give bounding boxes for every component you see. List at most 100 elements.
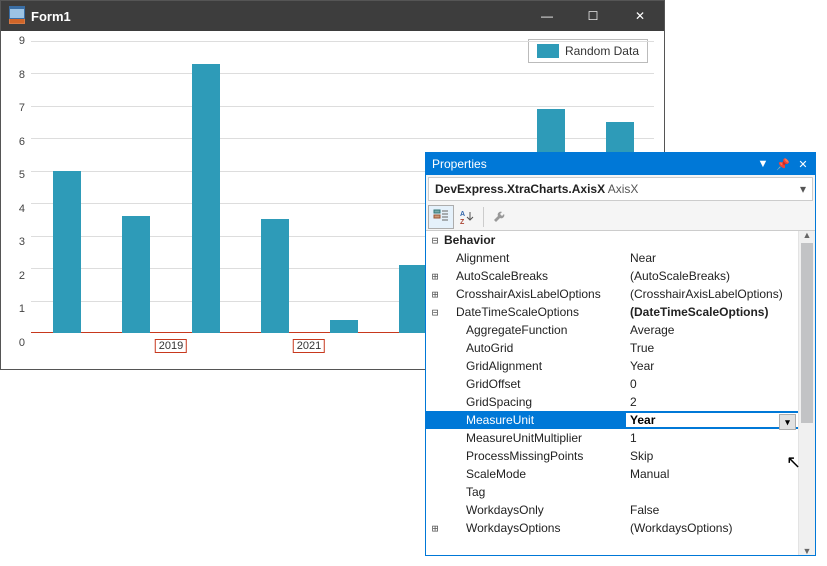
property-value[interactable]: 0 [626, 377, 798, 391]
close-button[interactable]: ✕ [616, 1, 664, 31]
categorized-button[interactable] [428, 205, 454, 229]
property-value[interactable]: (CrosshairAxisLabelOptions) [626, 287, 798, 301]
alphabetical-button[interactable]: AZ [454, 205, 480, 229]
autohide-icon[interactable]: 📌 [775, 156, 791, 172]
wrench-button[interactable] [487, 205, 513, 229]
properties-title-buttons: ▼ 📌 ✕ [755, 156, 811, 172]
maximize-button[interactable]: ☐ [570, 1, 616, 31]
property-value[interactable]: 2 [626, 395, 798, 409]
grid-line [31, 106, 654, 107]
window-icon [9, 8, 25, 24]
property-value[interactable]: True [626, 341, 798, 355]
grid-body[interactable]: ⊟BehaviorAlignmentNear⊞AutoScaleBreaks(A… [426, 231, 798, 555]
property-row[interactable]: WorkdaysOnlyFalse [426, 501, 798, 519]
grid-line [31, 41, 654, 42]
y-tick-label: 4 [0, 203, 25, 215]
y-tick-label: 5 [0, 169, 25, 181]
property-name: DateTimeScaleOptions [444, 305, 626, 319]
property-name: AggregateFunction [444, 323, 626, 337]
property-value[interactable]: Year [626, 359, 798, 373]
close-icon[interactable]: ✕ [795, 156, 811, 172]
property-row[interactable]: ⊞CrosshairAxisLabelOptions(CrosshairAxis… [426, 285, 798, 303]
bar[interactable] [122, 216, 150, 333]
window-position-icon[interactable]: ▼ [755, 156, 771, 172]
bar[interactable] [261, 219, 289, 333]
property-row[interactable]: AlignmentNear [426, 249, 798, 267]
property-value[interactable]: Average [626, 323, 798, 337]
minimize-button[interactable]: — [524, 1, 570, 31]
y-tick-label: 6 [0, 136, 25, 148]
property-value[interactable]: Skip [626, 449, 798, 463]
property-row[interactable]: MeasureUnitYear▾ [426, 411, 798, 429]
property-value[interactable]: (AutoScaleBreaks) [626, 269, 798, 283]
y-tick-label: 0 [0, 337, 25, 349]
expand-icon[interactable]: ⊞ [426, 522, 444, 535]
property-name: CrosshairAxisLabelOptions [444, 287, 626, 301]
property-value[interactable]: False [626, 503, 798, 517]
property-row[interactable]: Tag [426, 483, 798, 501]
property-row[interactable]: ScaleModeManual [426, 465, 798, 483]
property-name: Alignment [444, 251, 626, 265]
property-name: GridSpacing [444, 395, 626, 409]
y-tick-label: 7 [0, 102, 25, 114]
scroll-down-icon[interactable]: ▼ [799, 546, 815, 555]
property-value[interactable]: (WorkdaysOptions) [626, 521, 798, 535]
x-tick-label: 2021 [293, 339, 325, 353]
svg-text:A: A [460, 211, 465, 218]
property-row[interactable]: ⊟Behavior [426, 231, 798, 249]
property-row[interactable]: GridAlignmentYear [426, 357, 798, 375]
property-value[interactable]: Year▾ [626, 413, 798, 427]
scrollbar[interactable]: ▲ ▼ [798, 231, 815, 555]
property-name: AutoScaleBreaks [444, 269, 626, 283]
property-row[interactable]: AggregateFunctionAverage [426, 321, 798, 339]
bar[interactable] [53, 171, 81, 333]
picker-dropdown-icon[interactable]: ▾ [800, 182, 806, 196]
properties-title: Properties [432, 157, 487, 171]
form1-titlebar[interactable]: Form1 — ☐ ✕ [1, 1, 664, 31]
property-row[interactable]: MeasureUnitMultiplier1 [426, 429, 798, 447]
bar[interactable] [399, 265, 427, 333]
window-controls: — ☐ ✕ [524, 1, 664, 31]
svg-text:Z: Z [460, 219, 465, 225]
property-name: GridAlignment [444, 359, 626, 373]
property-row[interactable]: ProcessMissingPointsSkip [426, 447, 798, 465]
scroll-thumb[interactable] [801, 243, 813, 423]
properties-toolbar: AZ [426, 203, 815, 231]
expand-icon[interactable]: ⊟ [426, 234, 444, 247]
y-tick-label: 1 [0, 303, 25, 315]
property-grid: ⊟BehaviorAlignmentNear⊞AutoScaleBreaks(A… [426, 231, 815, 555]
property-row[interactable]: GridOffset0 [426, 375, 798, 393]
dropdown-button[interactable]: ▾ [779, 414, 796, 430]
window-title: Form1 [31, 9, 71, 24]
properties-titlebar[interactable]: Properties ▼ 📌 ✕ [426, 153, 815, 175]
property-row[interactable]: GridSpacing2 [426, 393, 798, 411]
object-name: DevExpress.XtraCharts.AxisX [435, 182, 605, 196]
properties-window: Properties ▼ 📌 ✕ DevExpress.XtraCharts.A… [425, 152, 816, 556]
property-value[interactable]: Manual [626, 467, 798, 481]
bar[interactable] [330, 320, 358, 333]
property-row[interactable]: AutoGridTrue [426, 339, 798, 357]
expand-icon[interactable]: ⊞ [426, 270, 444, 283]
scroll-up-icon[interactable]: ▲ [799, 231, 815, 240]
expand-icon[interactable]: ⊞ [426, 288, 444, 301]
property-value[interactable]: 1 [626, 431, 798, 445]
bar[interactable] [192, 64, 220, 333]
property-name: GridOffset [444, 377, 626, 391]
y-tick-label: 2 [0, 270, 25, 282]
object-picker[interactable]: DevExpress.XtraCharts.AxisX AxisX ▾ [428, 177, 813, 201]
property-value[interactable]: (DateTimeScaleOptions) [626, 305, 798, 319]
property-row[interactable]: ⊟DateTimeScaleOptions(DateTimeScaleOptio… [426, 303, 798, 321]
property-name: MeasureUnit [444, 413, 626, 427]
property-name: ScaleMode [444, 467, 626, 481]
property-name: WorkdaysOnly [444, 503, 626, 517]
toolbar-separator [483, 207, 484, 227]
expand-icon[interactable]: ⊟ [426, 306, 444, 319]
grid-line [31, 73, 654, 74]
y-tick-label: 9 [0, 35, 25, 47]
property-name: Tag [444, 485, 626, 499]
property-value[interactable]: Near [626, 251, 798, 265]
y-axis: 0123456789 [1, 41, 31, 343]
property-name: MeasureUnitMultiplier [444, 431, 626, 445]
property-row[interactable]: ⊞AutoScaleBreaks(AutoScaleBreaks) [426, 267, 798, 285]
property-row[interactable]: ⊞WorkdaysOptions(WorkdaysOptions) [426, 519, 798, 537]
